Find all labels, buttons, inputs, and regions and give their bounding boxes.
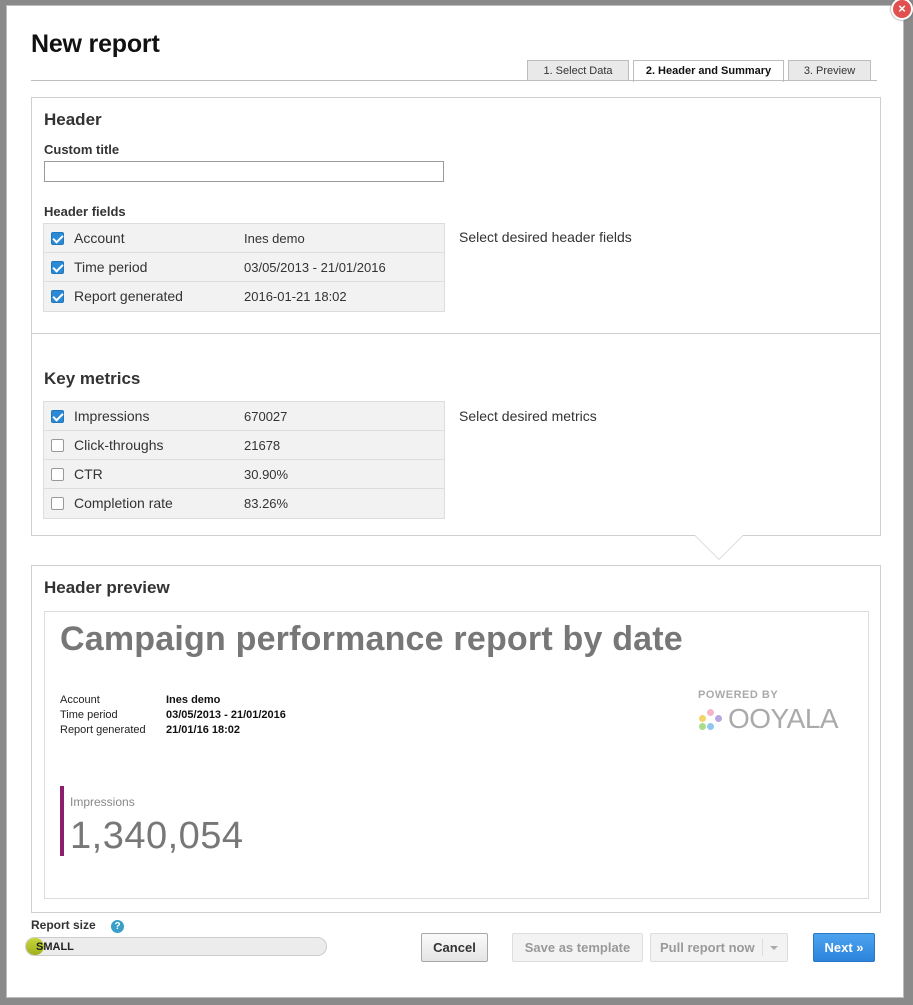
metric-row-completion-rate[interactable]: Completion rate 83.26% [44,489,444,518]
tab-header-and-summary[interactable]: 2. Header and Summary [633,60,784,82]
report-title: Campaign performance report by date [60,620,683,658]
ctr-checkbox[interactable] [51,468,64,481]
next-button[interactable]: Next » [813,933,875,962]
report-preview: Campaign performance report by date Acco… [44,611,869,899]
header-preview-section: Header preview Campaign performance repo… [31,565,881,913]
powered-by-label: POWERED BY [698,689,779,701]
header-field-row-report-generated[interactable]: Report generated 2016-01-21 18:02 [44,282,444,311]
cancel-button[interactable]: Cancel [421,933,488,962]
header-field-value: 03/05/2013 - 21/01/2016 [244,260,386,275]
custom-title-input[interactable] [44,161,444,182]
metric-label: Impressions [74,408,150,424]
close-icon[interactable]: × [891,0,913,20]
help-icon[interactable]: ? [111,920,124,933]
metrics-hint: Select desired metrics [459,408,597,424]
ooyala-dots-icon [698,709,724,733]
metrics-table: Impressions 670027 Click-throughs 21678 … [43,401,445,519]
kpi-accent-bar [60,786,64,856]
tabs-divider [31,80,877,81]
header-field-row-account[interactable]: Account Ines demo [44,224,444,253]
header-fields-table: Account Ines demo Time period 03/05/2013… [43,223,445,312]
report-info-values: Ines demo 03/05/2013 - 21/01/2016 21/01/… [166,693,286,738]
dialog-title: New report [31,30,160,58]
tab-preview[interactable]: 3. Preview [788,60,871,81]
report-generated-checkbox[interactable] [51,290,64,303]
new-report-dialog: New report 1. Select Data 2. Header and … [6,5,904,998]
header-field-row-time-period[interactable]: Time period 03/05/2013 - 21/01/2016 [44,253,444,282]
header-fields-hint: Select desired header fields [459,229,632,245]
metric-label: Click-throughs [74,437,164,453]
metric-value: 670027 [244,409,288,424]
info-value: 03/05/2013 - 21/01/2016 [166,709,286,721]
info-label: Time period [60,709,118,721]
time-period-checkbox[interactable] [51,261,64,274]
account-checkbox[interactable] [51,232,64,245]
completion-rate-checkbox[interactable] [51,497,64,510]
metric-row-click-throughs[interactable]: Click-throughs 21678 [44,431,444,460]
report-info-labels: Account Time period Report generated [60,693,146,738]
key-metrics-section: Key metrics Impressions 670027 Click-thr… [31,333,881,560]
metric-label: CTR [74,466,103,482]
info-value: 21/01/16 18:02 [166,724,241,736]
pull-report-now-button[interactable]: Pull report now [650,933,788,962]
metric-row-ctr[interactable]: CTR 30.90% [44,460,444,489]
button-separator [762,939,763,956]
info-value: Ines demo [166,694,221,706]
report-size-label: Report size [31,918,96,932]
pull-report-now-label: Pull report now [660,940,755,955]
impressions-checkbox[interactable] [51,410,64,423]
header-section-title: Header [44,110,102,129]
key-metrics-title: Key metrics [44,369,141,388]
section-arrow-fill [695,535,743,559]
ooyala-wordmark: OOYALA [728,703,839,734]
metric-label: Completion rate [74,495,173,511]
kpi-label: Impressions [70,795,135,809]
header-section: Header Custom title Header fields Accoun… [31,97,881,358]
report-size-bar: SMALL [25,937,327,956]
report-size-value: SMALL [36,941,74,953]
header-field-label: Account [74,230,125,246]
header-field-value: Ines demo [244,231,305,246]
header-field-label: Report generated [74,288,183,304]
header-field-value: 2016-01-21 18:02 [244,289,347,304]
info-label: Report generated [60,724,146,736]
custom-title-label: Custom title [44,142,120,157]
metric-value: 83.26% [244,496,289,511]
metric-row-impressions[interactable]: Impressions 670027 [44,402,444,431]
metric-value: 30.90% [244,467,289,482]
info-label: Account [60,694,100,706]
kpi-value: 1,340,054 [70,815,244,857]
click-throughs-checkbox[interactable] [51,439,64,452]
save-as-template-button[interactable]: Save as template [512,933,643,962]
header-preview-title: Header preview [44,578,170,597]
tab-select-data[interactable]: 1. Select Data [527,60,629,81]
header-field-label: Time period [74,259,148,275]
chevron-down-icon[interactable] [770,946,778,950]
metric-value: 21678 [244,438,281,453]
header-fields-label: Header fields [44,204,126,219]
